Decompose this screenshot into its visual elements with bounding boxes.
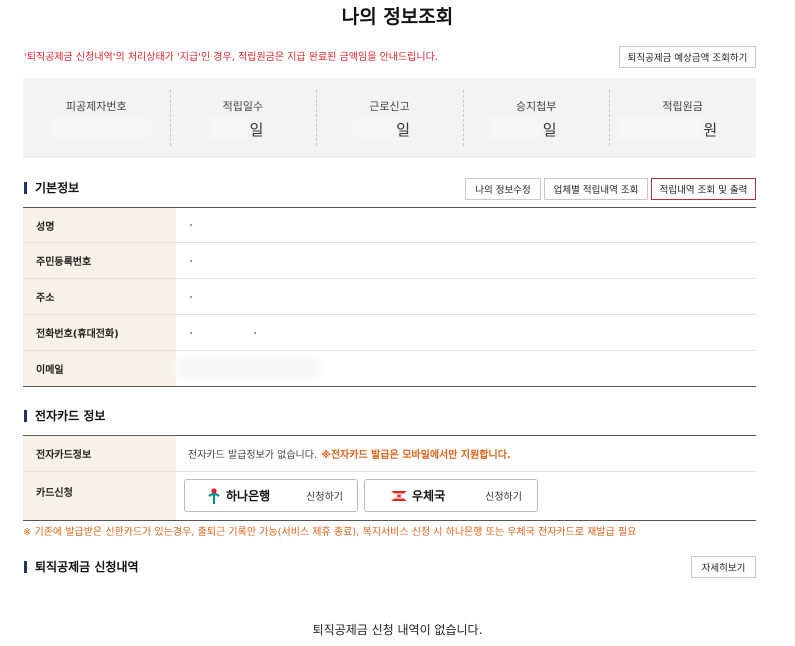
payment-notice: '퇴직공제금 신청내역'의 처리상태가 '지급'인 경우, 적립원금은 지급 완… — [24, 52, 438, 63]
table-row: 주민등록번호 — [23, 243, 756, 279]
post-office-apply-button[interactable]: 우체국 신청하기 — [364, 479, 538, 512]
page-title: 나의 정보조회 — [341, 6, 454, 28]
post-office-logo-icon — [389, 488, 409, 504]
masked-value — [494, 120, 539, 136]
ecard-info-title: 전자카드 정보 — [24, 410, 105, 422]
post-office-apply-label: 신청하기 — [485, 492, 522, 503]
summary-principal: 적립원금 원 — [609, 78, 756, 158]
masked-value — [57, 120, 149, 136]
name-value — [176, 208, 756, 242]
table-row: 이메일 — [23, 351, 756, 386]
summary-unit: 원 — [703, 121, 718, 139]
row-label: 성명 — [23, 208, 176, 242]
row-label: 전화번호(휴대전화) — [23, 315, 176, 350]
row-label: 전자카드정보 — [23, 436, 176, 471]
summary-panel: 피공제자번호 적립일수 일 근로신고 일 승지첩부 일 적립원금 원 — [23, 78, 756, 158]
resident-number-value — [176, 243, 756, 278]
detail-view-button[interactable]: 자세히보기 — [691, 556, 756, 578]
summary-stamp: 승지첩부 일 — [462, 78, 610, 158]
summary-label: 피공제자번호 — [65, 100, 127, 113]
my-info-page: 나의 정보조회 '퇴직공제금 신청내역'의 처리상태가 '지급'인 경우, 적립… — [0, 0, 795, 646]
hana-bank-logo-icon — [205, 487, 223, 505]
table-row: 성명 — [23, 208, 756, 243]
ecard-info-value: 전자카드 발급정보가 없습니다. ※전자카드 발급은 모바일에서만 지원합니다. — [176, 436, 756, 471]
hana-bank-name: 하나은행 — [226, 489, 271, 503]
row-label: 주소 — [23, 279, 176, 314]
masked-value — [623, 120, 698, 136]
basic-info-title: 기본정보 — [24, 182, 79, 194]
basic-info-table: 성명 주민등록번호 주소 전화번호(휴대전화) 이메일 — [23, 207, 756, 387]
hana-bank-apply-label: 신청하기 — [306, 492, 343, 503]
summary-unit: 일 — [396, 121, 410, 139]
estimate-amount-button[interactable]: 퇴직공제금 예상금액 조회하기 — [619, 46, 756, 68]
table-row: 전자카드정보 전자카드 발급정보가 없습니다. ※전자카드 발급은 모바일에서만… — [23, 436, 756, 472]
row-label: 이메일 — [23, 351, 176, 386]
edit-info-button[interactable]: 나의 정보수정 — [465, 178, 541, 200]
masked-value — [356, 120, 393, 136]
history-print-button[interactable]: 적립내역 조회 및 출력 — [651, 178, 756, 200]
summary-label: 적립일수 — [222, 100, 264, 113]
row-label: 주민등록번호 — [23, 243, 176, 278]
summary-member-number: 피공제자번호 — [23, 78, 170, 158]
hana-bank-apply-button[interactable]: 하나은행 신청하기 — [184, 479, 358, 512]
retirement-history-title: 퇴직공제금 신청내역 — [24, 561, 139, 573]
summary-unit: 일 — [542, 121, 557, 139]
masked-value — [215, 120, 246, 136]
company-history-button[interactable]: 업체별 적립내역 조회 — [544, 178, 648, 200]
ecard-mobile-note: ※전자카드 발급은 모바일에서만 지원합니다. — [321, 450, 511, 461]
post-office-name: 우체국 — [412, 489, 446, 503]
table-row: 주소 — [23, 279, 756, 315]
shinhan-card-warning: ※ 기존에 발급받은 신한카드가 있는경우, 출퇴근 기록만 가능(서비스 제휴… — [23, 527, 637, 538]
email-value — [176, 351, 756, 386]
summary-unit: 일 — [249, 121, 264, 139]
table-row: 전화번호(휴대전화) — [23, 315, 756, 351]
summary-accum-days: 적립일수 일 — [169, 78, 317, 158]
phone-value — [176, 315, 756, 350]
address-value — [176, 279, 756, 314]
ecard-info-text: 전자카드 발급정보가 없습니다. — [188, 450, 318, 461]
summary-label: 적립원금 — [662, 100, 703, 113]
summary-label: 승지첩부 — [515, 100, 557, 113]
summary-work-report: 근로신고 일 — [316, 78, 463, 158]
row-label: 카드신청 — [23, 472, 176, 520]
empty-history-message: 퇴직공제금 신청 내역이 없습니다. — [312, 623, 483, 637]
summary-label: 근로신고 — [369, 100, 410, 113]
